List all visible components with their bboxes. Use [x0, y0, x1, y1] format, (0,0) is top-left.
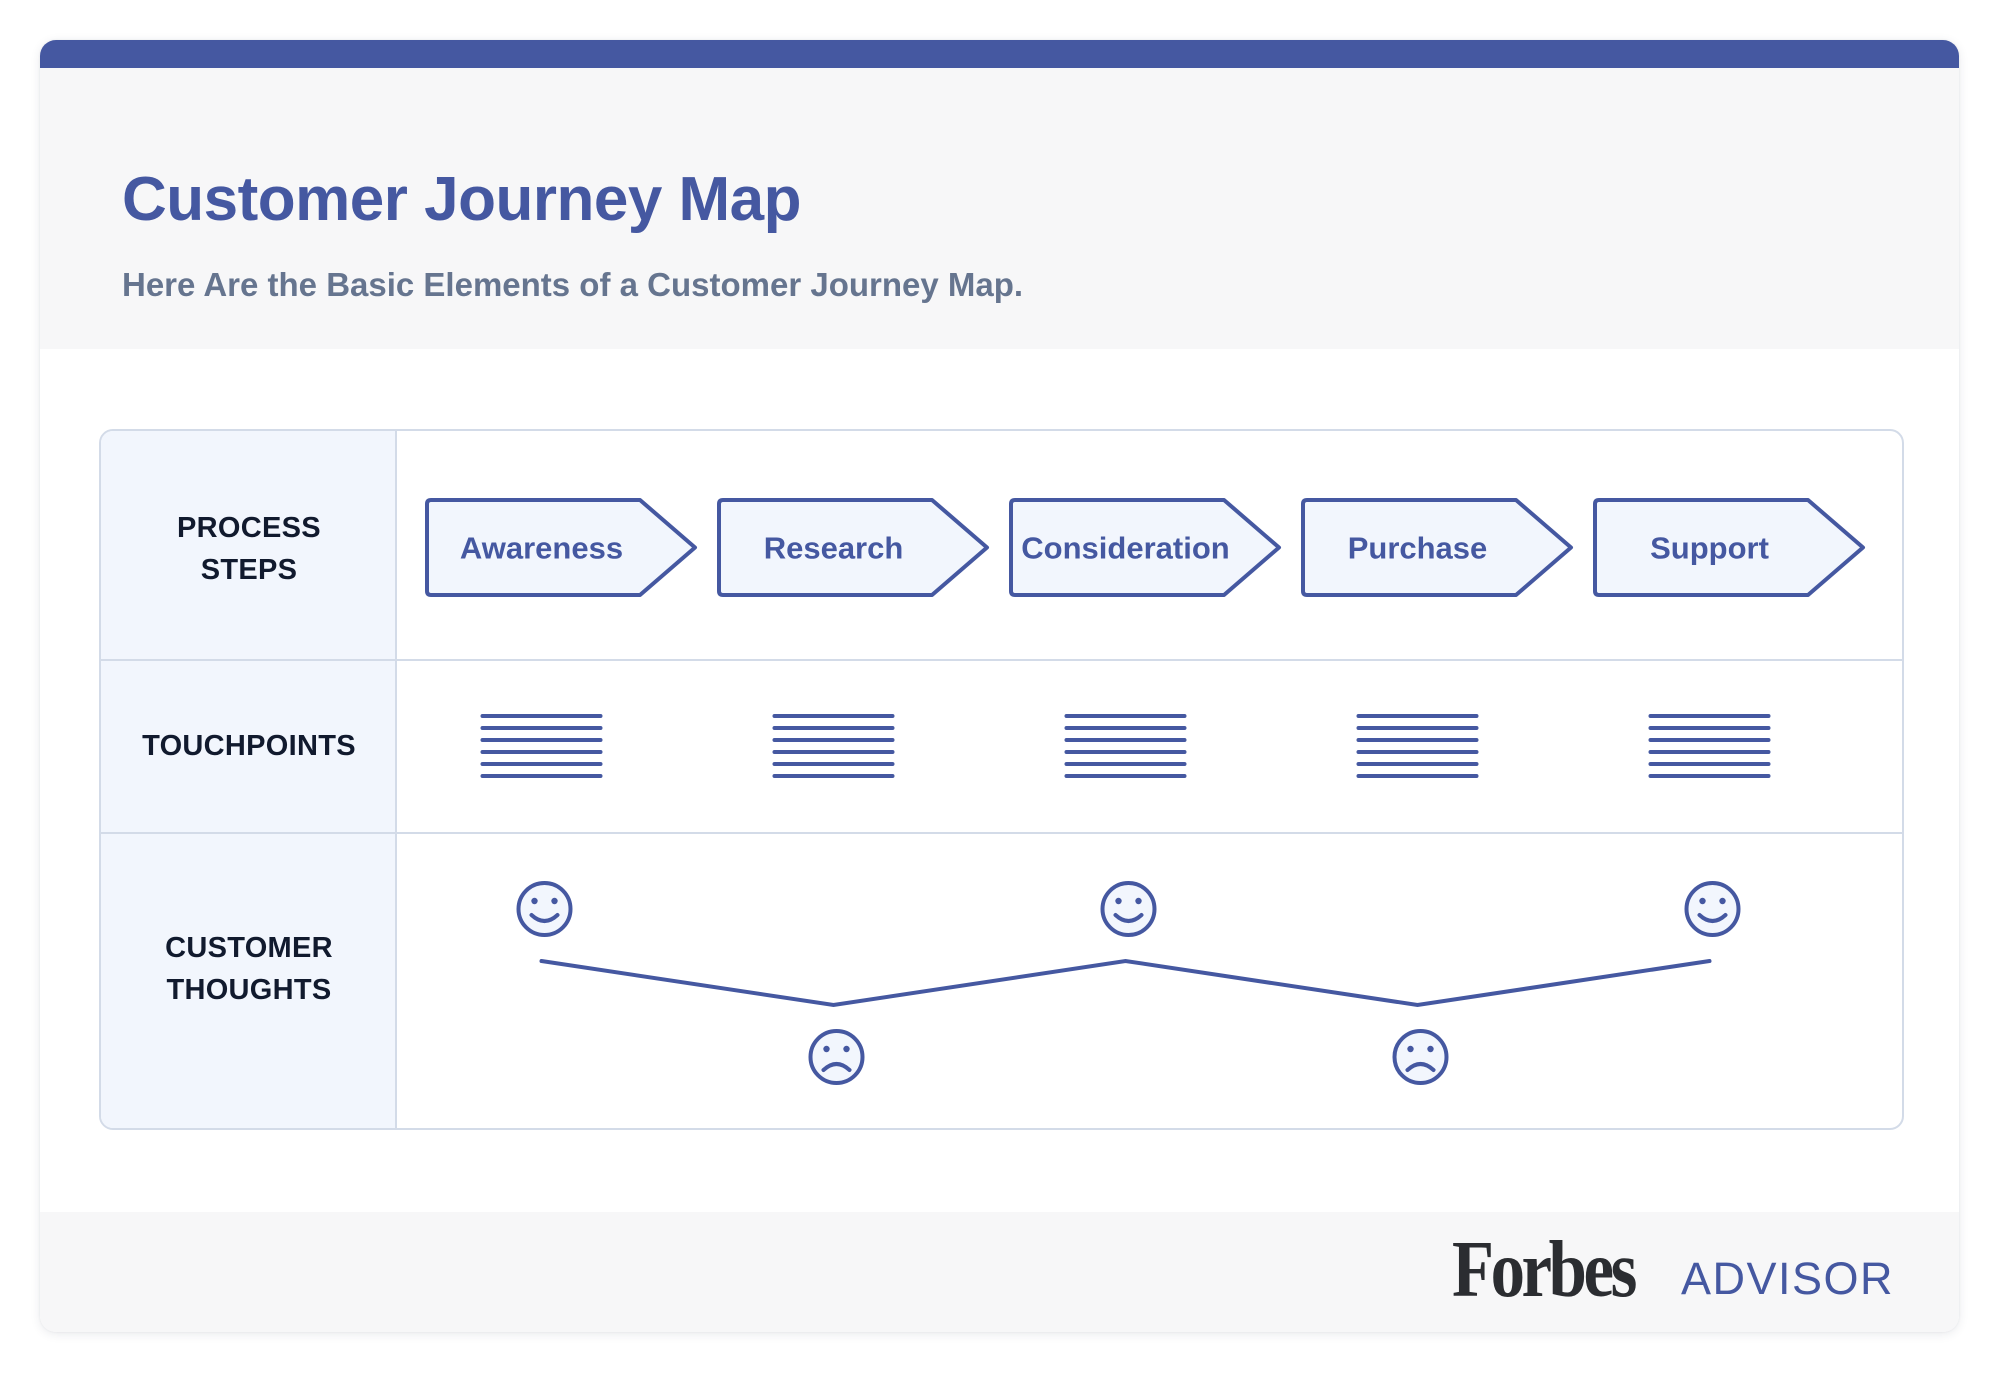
touchpoint-icon [772, 714, 895, 778]
face-eye [1135, 897, 1142, 905]
face-eye [1407, 1045, 1414, 1053]
face-eye [551, 897, 558, 905]
journey-map-table: PROCESS STEPS TOUCHPOINTS CUSTOMER THOUG… [99, 429, 1904, 1130]
sad-face-icon [1392, 1029, 1449, 1085]
face-eye [1699, 897, 1706, 905]
face-outline [1392, 1029, 1449, 1085]
face-eye [1115, 897, 1122, 905]
face-eye [1427, 1045, 1434, 1053]
process-step-label: Support [1650, 531, 1769, 566]
sentiment-line [539, 958, 1712, 1008]
happy-face-icon [1100, 881, 1157, 937]
sad-face-icon [808, 1029, 865, 1085]
process-step-label: Purchase [1348, 531, 1488, 566]
happy-face-icon [1684, 881, 1741, 937]
page-title: Customer Journey Map [122, 165, 802, 234]
touchpoint-icon [480, 714, 603, 778]
face-outline [1684, 881, 1741, 937]
happy-face-icon [516, 881, 573, 937]
face-eye [1719, 897, 1726, 905]
header-section: Customer Journey Map Here Are the Basic … [40, 68, 1959, 349]
process-step-awareness: Awareness [425, 498, 697, 597]
touchpoint-icon [1356, 714, 1479, 778]
process-step-label: Research [764, 531, 904, 566]
process-step-consideration: Consideration [1009, 498, 1281, 597]
touchpoint-icon [1064, 714, 1187, 778]
face-eye [823, 1045, 830, 1053]
footer [40, 1212, 1959, 1332]
process-step-label: Consideration [1021, 531, 1229, 566]
face-outline [1100, 881, 1157, 937]
page-subtitle: Here Are the Basic Elements of a Custome… [122, 266, 1024, 303]
face-eye [843, 1045, 850, 1053]
face-outline [516, 881, 573, 937]
process-step-support: Support [1593, 498, 1865, 597]
process-step-purchase: Purchase [1301, 498, 1573, 597]
journey-map-graphics: Awareness Research Consideration Purchase Su… [425, 498, 1865, 1085]
face-eye [531, 897, 538, 905]
journey-map-card: Customer Journey Map Here Are the Basic … [40, 40, 1959, 1332]
process-step-label: Awareness [460, 531, 623, 566]
forbes-logo: Forbes [1452, 1226, 1637, 1314]
advisor-wordmark: ADVISOR [1681, 1253, 1895, 1304]
face-outline [808, 1029, 865, 1085]
process-step-research: Research [717, 498, 989, 597]
accent-top-bar [40, 40, 1959, 68]
touchpoint-icon [1648, 714, 1771, 778]
